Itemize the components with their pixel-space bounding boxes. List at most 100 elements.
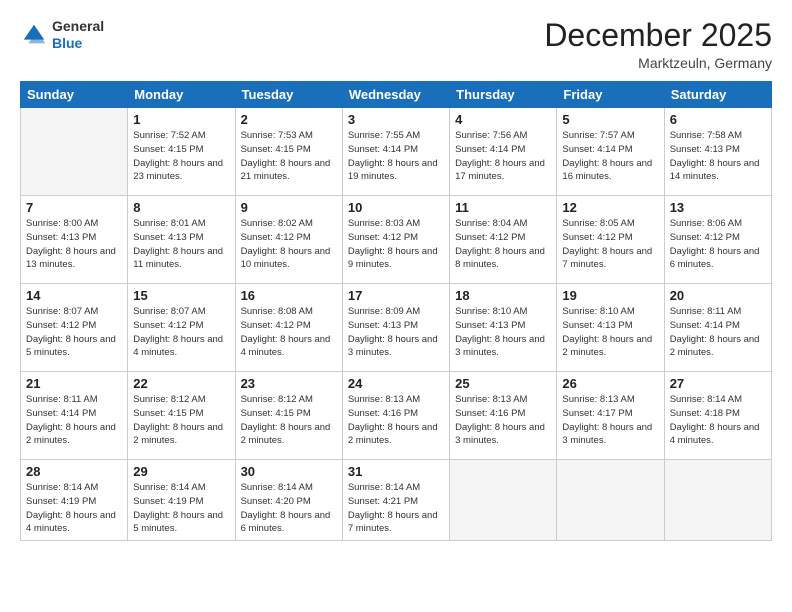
calendar-week-5: 28 Sunrise: 8:14 AMSunset: 4:19 PMDayligh… (21, 460, 772, 541)
day-info: Sunrise: 8:11 AMSunset: 4:14 PMDaylight:… (670, 305, 766, 360)
day-info: Sunrise: 8:13 AMSunset: 4:17 PMDaylight:… (562, 393, 658, 448)
logo-icon (20, 21, 48, 49)
day-info: Sunrise: 7:53 AMSunset: 4:15 PMDaylight:… (241, 129, 337, 184)
day-number: 30 (241, 464, 337, 479)
day-info: Sunrise: 7:55 AMSunset: 4:14 PMDaylight:… (348, 129, 444, 184)
calendar-cell: 22Sunrise: 8:12 AMSunset: 4:15 PMDayligh… (128, 372, 235, 460)
day-info: Sunrise: 7:52 AMSunset: 4:15 PMDaylight:… (133, 129, 229, 184)
calendar-cell: 1 Sunrise: 7:52 AMSunset: 4:15 PMDaylight… (128, 108, 235, 196)
day-number: 6 (670, 112, 766, 127)
calendar-cell (21, 108, 128, 196)
title-block: December 2025 Marktzeuln, Germany (544, 18, 772, 71)
calendar-cell: 20 Sunrise: 8:11 AMSunset: 4:14 PMDayligh… (664, 284, 771, 372)
day-info: Sunrise: 8:05 AMSunset: 4:12 PMDaylight:… (562, 217, 658, 272)
day-number: 15 (133, 288, 229, 303)
day-info: Sunrise: 8:09 AMSunset: 4:13 PMDaylight:… (348, 305, 444, 360)
calendar-cell: 31 Sunrise: 8:14 AMSunset: 4:21 PMDayligh… (342, 460, 449, 541)
day-number: 1 (133, 112, 229, 127)
calendar-cell: 6Sunrise: 7:58 AMSunset: 4:13 PMDaylight… (664, 108, 771, 196)
day-info: Sunrise: 8:13 AMSunset: 4:16 PMDaylight:… (348, 393, 444, 448)
day-number: 14 (26, 288, 122, 303)
day-info: Sunrise: 7:56 AMSunset: 4:14 PMDaylight:… (455, 129, 551, 184)
calendar-cell: 25 Sunrise: 8:13 AMSunset: 4:16 PMDayligh… (450, 372, 557, 460)
day-info: Sunrise: 8:14 AMSunset: 4:18 PMDaylight:… (670, 393, 766, 448)
day-number: 20 (670, 288, 766, 303)
calendar-cell: 4 Sunrise: 7:56 AMSunset: 4:14 PMDaylight… (450, 108, 557, 196)
day-number: 16 (241, 288, 337, 303)
day-info: Sunrise: 8:06 AMSunset: 4:12 PMDaylight:… (670, 217, 766, 272)
calendar-week-2: 7Sunrise: 8:00 AMSunset: 4:13 PMDaylight… (21, 196, 772, 284)
calendar-header-monday: Monday (128, 82, 235, 108)
day-number: 28 (26, 464, 122, 479)
day-info: Sunrise: 8:07 AMSunset: 4:12 PMDaylight:… (133, 305, 229, 360)
location: Marktzeuln, Germany (544, 55, 772, 71)
calendar-header-thursday: Thursday (450, 82, 557, 108)
day-info: Sunrise: 8:14 AMSunset: 4:21 PMDaylight:… (348, 481, 444, 536)
calendar-header-row: SundayMondayTuesdayWednesdayThursdayFrid… (21, 82, 772, 108)
calendar-cell: 29Sunrise: 8:14 AMSunset: 4:19 PMDayligh… (128, 460, 235, 541)
day-number: 31 (348, 464, 444, 479)
day-info: Sunrise: 7:57 AMSunset: 4:14 PMDaylight:… (562, 129, 658, 184)
day-info: Sunrise: 8:12 AMSunset: 4:15 PMDaylight:… (133, 393, 229, 448)
day-number: 19 (562, 288, 658, 303)
day-info: Sunrise: 8:11 AMSunset: 4:14 PMDaylight:… (26, 393, 122, 448)
calendar-cell: 26 Sunrise: 8:13 AMSunset: 4:17 PMDayligh… (557, 372, 664, 460)
calendar-cell: 23Sunrise: 8:12 AMSunset: 4:15 PMDayligh… (235, 372, 342, 460)
calendar-header-tuesday: Tuesday (235, 82, 342, 108)
day-info: Sunrise: 8:12 AMSunset: 4:15 PMDaylight:… (241, 393, 337, 448)
day-info: Sunrise: 8:14 AMSunset: 4:19 PMDaylight:… (26, 481, 122, 536)
day-info: Sunrise: 8:08 AMSunset: 4:12 PMDaylight:… (241, 305, 337, 360)
calendar-cell: 28 Sunrise: 8:14 AMSunset: 4:19 PMDayligh… (21, 460, 128, 541)
day-number: 21 (26, 376, 122, 391)
day-number: 18 (455, 288, 551, 303)
calendar-cell (557, 460, 664, 541)
calendar-cell: 10 Sunrise: 8:03 AMSunset: 4:12 PMDayligh… (342, 196, 449, 284)
day-info: Sunrise: 8:14 AMSunset: 4:19 PMDaylight:… (133, 481, 229, 536)
calendar-cell: 19Sunrise: 8:10 AMSunset: 4:13 PMDayligh… (557, 284, 664, 372)
logo-general: General (52, 18, 104, 35)
calendar-cell: 17 Sunrise: 8:09 AMSunset: 4:13 PMDayligh… (342, 284, 449, 372)
page: General Blue December 2025 Marktzeuln, G… (0, 0, 792, 612)
calendar-cell: 14 Sunrise: 8:07 AMSunset: 4:12 PMDayligh… (21, 284, 128, 372)
calendar-cell: 16 Sunrise: 8:08 AMSunset: 4:12 PMDayligh… (235, 284, 342, 372)
logo-blue: Blue (52, 35, 104, 52)
day-number: 17 (348, 288, 444, 303)
calendar-week-1: 1 Sunrise: 7:52 AMSunset: 4:15 PMDaylight… (21, 108, 772, 196)
calendar-cell: 24 Sunrise: 8:13 AMSunset: 4:16 PMDayligh… (342, 372, 449, 460)
calendar-cell (450, 460, 557, 541)
calendar-cell: 18Sunrise: 8:10 AMSunset: 4:13 PMDayligh… (450, 284, 557, 372)
calendar-cell (664, 460, 771, 541)
day-number: 7 (26, 200, 122, 215)
calendar-cell: 8Sunrise: 8:01 AMSunset: 4:13 PMDaylight… (128, 196, 235, 284)
day-number: 3 (348, 112, 444, 127)
day-info: Sunrise: 8:01 AMSunset: 4:13 PMDaylight:… (133, 217, 229, 272)
day-info: Sunrise: 8:03 AMSunset: 4:12 PMDaylight:… (348, 217, 444, 272)
day-info: Sunrise: 8:13 AMSunset: 4:16 PMDaylight:… (455, 393, 551, 448)
day-number: 27 (670, 376, 766, 391)
day-info: Sunrise: 8:07 AMSunset: 4:12 PMDaylight:… (26, 305, 122, 360)
day-number: 24 (348, 376, 444, 391)
calendar-cell: 9 Sunrise: 8:02 AMSunset: 4:12 PMDaylight… (235, 196, 342, 284)
day-info: Sunrise: 8:14 AMSunset: 4:20 PMDaylight:… (241, 481, 337, 536)
day-number: 13 (670, 200, 766, 215)
calendar-cell: 15 Sunrise: 8:07 AMSunset: 4:12 PMDayligh… (128, 284, 235, 372)
calendar-cell: 3 Sunrise: 7:55 AMSunset: 4:14 PMDaylight… (342, 108, 449, 196)
calendar-cell: 27 Sunrise: 8:14 AMSunset: 4:18 PMDayligh… (664, 372, 771, 460)
day-number: 2 (241, 112, 337, 127)
calendar-cell: 21 Sunrise: 8:11 AMSunset: 4:14 PMDayligh… (21, 372, 128, 460)
calendar-cell: 5Sunrise: 7:57 AMSunset: 4:14 PMDaylight… (557, 108, 664, 196)
day-number: 25 (455, 376, 551, 391)
logo-text: General Blue (52, 18, 104, 52)
logo: General Blue (20, 18, 104, 52)
calendar-cell: 12Sunrise: 8:05 AMSunset: 4:12 PMDayligh… (557, 196, 664, 284)
calendar-week-4: 21 Sunrise: 8:11 AMSunset: 4:14 PMDayligh… (21, 372, 772, 460)
month-title: December 2025 (544, 18, 772, 53)
day-number: 10 (348, 200, 444, 215)
day-number: 9 (241, 200, 337, 215)
day-info: Sunrise: 8:02 AMSunset: 4:12 PMDaylight:… (241, 217, 337, 272)
day-number: 4 (455, 112, 551, 127)
calendar-header-friday: Friday (557, 82, 664, 108)
calendar-week-3: 14 Sunrise: 8:07 AMSunset: 4:12 PMDayligh… (21, 284, 772, 372)
day-number: 26 (562, 376, 658, 391)
calendar-cell: 7Sunrise: 8:00 AMSunset: 4:13 PMDaylight… (21, 196, 128, 284)
